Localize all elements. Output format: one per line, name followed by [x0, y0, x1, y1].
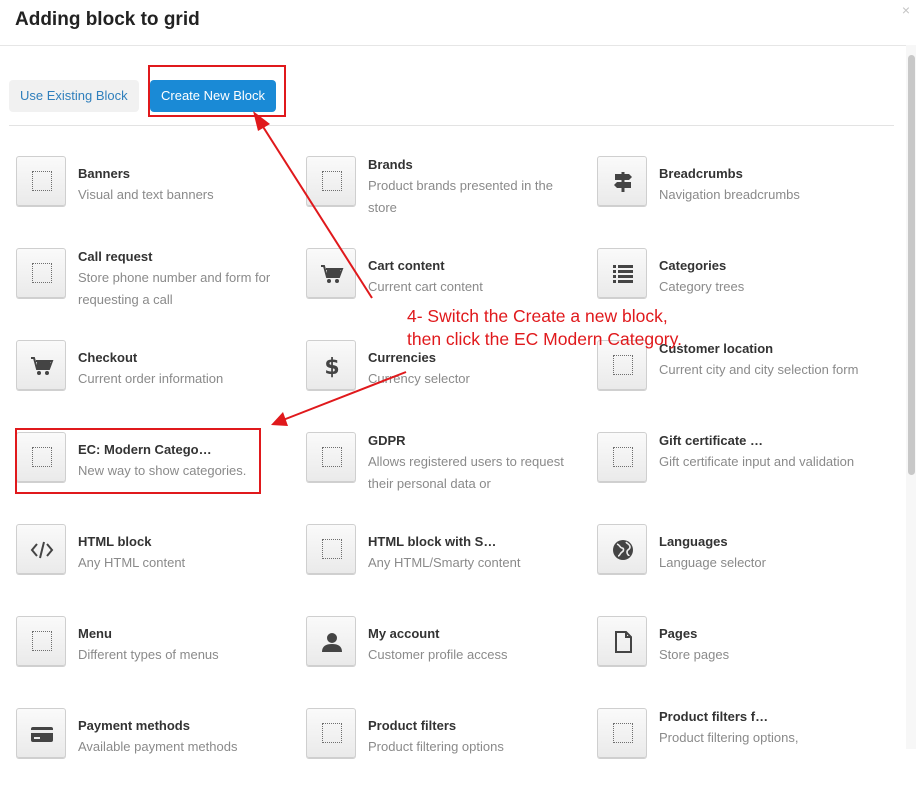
block-html-block[interactable]: HTML block Any HTML content: [16, 524, 298, 608]
block-description: Product filtering options,: [659, 730, 799, 745]
block-languages[interactable]: Languages Language selector: [597, 524, 879, 608]
block-description: Product filtering options: [368, 739, 504, 754]
block-name: Breadcrumbs: [659, 166, 743, 181]
cart-icon: [16, 340, 66, 390]
block-name: Brands: [368, 157, 413, 172]
globe-icon: [597, 524, 647, 574]
block-name: Product filters: [368, 718, 457, 733]
dotted-square-icon: [597, 708, 647, 758]
block-name: Pages: [659, 626, 698, 641]
block-description: Visual and text banners: [78, 187, 214, 202]
user-icon: [306, 616, 356, 666]
block-currencies[interactable]: $ Currencies Currency selector: [306, 340, 588, 424]
block-gdpr[interactable]: GDPR Allows registered users to request t…: [306, 432, 588, 516]
dotted-square-icon: [597, 432, 647, 482]
block-name: Currencies: [368, 350, 436, 365]
block-description: Different types of menus: [78, 647, 219, 662]
block-checkout[interactable]: Checkout Current order information: [16, 340, 298, 424]
block-description: Store phone number and form for requesti…: [78, 270, 271, 307]
block-description: Current cart content: [368, 279, 483, 294]
block-description: Any HTML content: [78, 555, 186, 570]
tab-create-new-block[interactable]: Create New Block: [150, 80, 277, 112]
credit-card-icon: [16, 708, 66, 758]
block-description: Language selector: [659, 555, 766, 570]
block-gift-certificate[interactable]: Gift certificate … Gift certificate input…: [597, 432, 879, 516]
dialog-title: Adding block to grid: [15, 9, 200, 30]
svg-text:$: $: [324, 355, 339, 378]
signpost-icon: [597, 156, 647, 206]
dotted-square-icon: [16, 248, 66, 298]
block-description: Store pages: [659, 647, 730, 662]
block-description: Product brands presented in the store: [368, 178, 554, 215]
block-name: Menu: [78, 626, 112, 641]
block-name: Banners: [78, 166, 131, 181]
scrollbar-thumb[interactable]: [908, 55, 915, 475]
page-icon: [597, 616, 647, 666]
block-name: Checkout: [78, 350, 138, 365]
code-icon: [16, 524, 66, 574]
block-description: Gift certificate input and validation: [659, 454, 855, 469]
block-name: Product filters f…: [659, 709, 769, 724]
dialog-header: Adding block to grid ×: [0, 0, 916, 46]
tab-use-existing-block[interactable]: Use Existing Block: [9, 80, 139, 112]
block-name: GDPR: [368, 433, 406, 448]
block-pages[interactable]: Pages Store pages: [597, 616, 879, 700]
block-payment-methods[interactable]: Payment methods Available payment methods: [16, 708, 298, 792]
block-ec-modern-catego[interactable]: EC: Modern Catego… New way to show catego…: [16, 432, 298, 516]
block-name: Call request: [78, 249, 153, 264]
block-product-filters[interactable]: Product filters Product filtering options: [306, 708, 588, 792]
block-banners[interactable]: Banners Visual and text banners: [16, 156, 298, 240]
block-name: Languages: [659, 534, 728, 549]
block-menu[interactable]: Menu Different types of menus: [16, 616, 298, 700]
block-product-filters-f[interactable]: Product filters f… Product filtering opti…: [597, 708, 879, 792]
block-name: Cart content: [368, 258, 445, 273]
dotted-square-icon: [306, 156, 356, 206]
dotted-square-icon: [597, 340, 647, 390]
block-description: Available payment methods: [78, 739, 238, 754]
list-icon: [597, 248, 647, 298]
dotted-square-icon: [306, 432, 356, 482]
dollar-icon: $: [306, 340, 356, 390]
dotted-square-icon: [16, 432, 66, 482]
block-description: Category trees: [659, 279, 745, 294]
block-name: My account: [368, 626, 440, 641]
block-name: HTML block: [78, 534, 152, 549]
block-description: Customer profile access: [368, 647, 508, 662]
divider: [9, 125, 894, 126]
block-name: Gift certificate …: [659, 433, 764, 448]
block-html-block-with-s[interactable]: HTML block with S… Any HTML/Smarty conten…: [306, 524, 588, 608]
block-description: Navigation breadcrumbs: [659, 187, 800, 202]
block-cart-content[interactable]: Cart content Current cart content: [306, 248, 588, 332]
block-description: Allows registered users to request their…: [368, 454, 564, 491]
block-name: HTML block with S…: [368, 534, 497, 549]
block-name: EC: Modern Catego…: [78, 442, 212, 457]
block-my-account[interactable]: My account Customer profile access: [306, 616, 588, 700]
close-icon[interactable]: ×: [902, 2, 910, 18]
block-categories[interactable]: Categories Category trees: [597, 248, 879, 332]
block-breadcrumbs[interactable]: Breadcrumbs Navigation breadcrumbs: [597, 156, 879, 240]
block-description: Any HTML/Smarty content: [368, 555, 521, 570]
block-name: Categories: [659, 258, 727, 273]
dotted-square-icon: [16, 156, 66, 206]
block-brands[interactable]: Brands Product brands presented in the st…: [306, 156, 588, 240]
block-description: Currency selector: [368, 371, 470, 386]
block-description: New way to show categories.: [78, 463, 247, 478]
block-name: Payment methods: [78, 718, 190, 733]
block-name: Customer location: [659, 341, 774, 356]
dotted-square-icon: [306, 708, 356, 758]
block-call-request[interactable]: Call request Store phone number and form …: [16, 248, 298, 332]
dotted-square-icon: [306, 524, 356, 574]
cart-icon: [306, 248, 356, 298]
block-description: Current order information: [78, 371, 224, 386]
arrowhead-up: [253, 111, 270, 131]
dotted-square-icon: [16, 616, 66, 666]
block-description: Current city and city selection form: [659, 362, 859, 377]
block-customer-location[interactable]: Customer location Current city and city s…: [597, 340, 879, 424]
